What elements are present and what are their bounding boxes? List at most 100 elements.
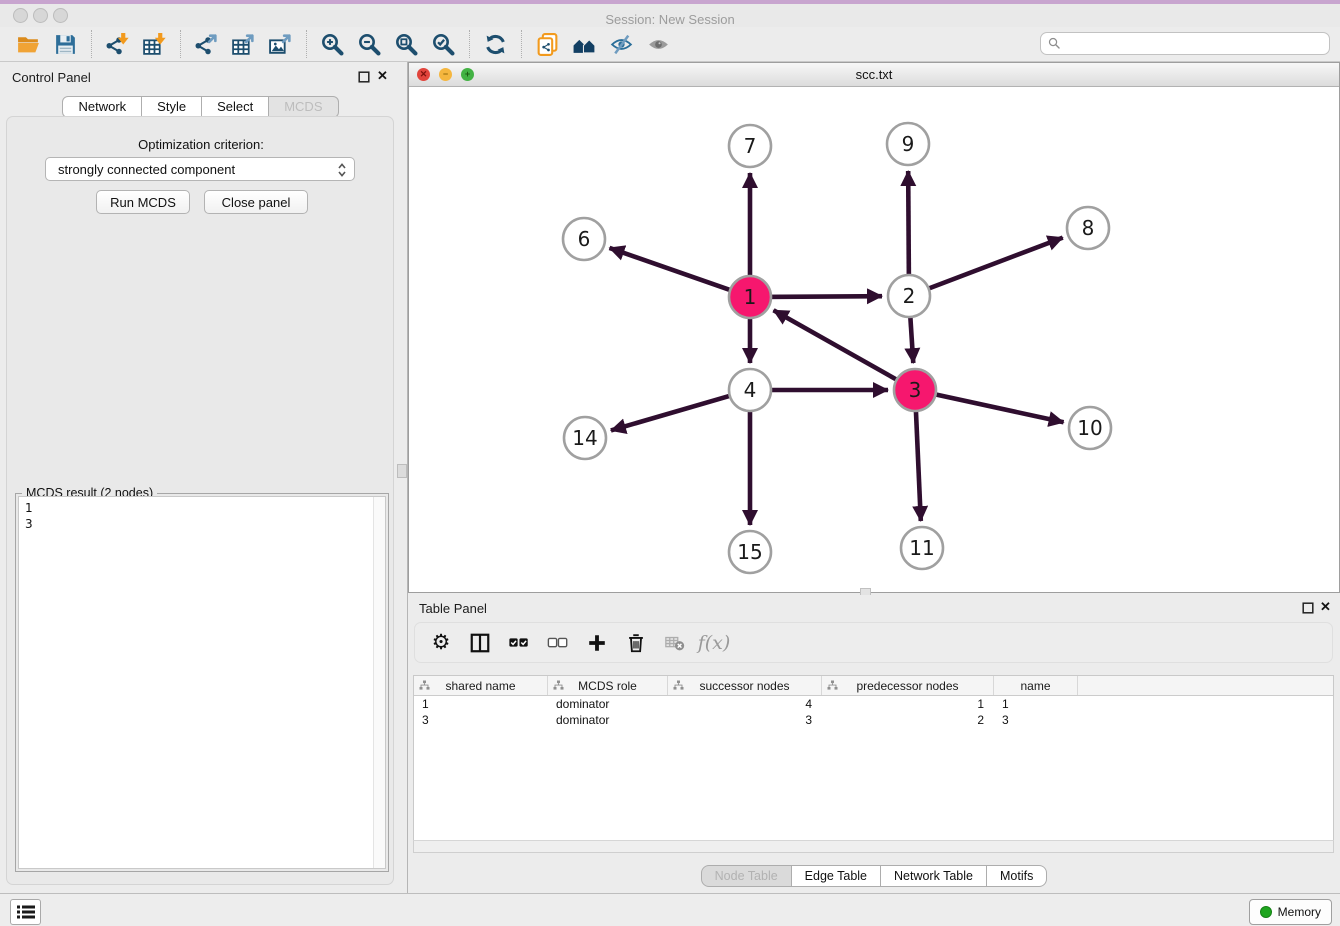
close-table-panel-icon[interactable]: ✕ [1320, 601, 1331, 613]
column-header-shared-name[interactable]: shared name [414, 676, 548, 695]
refresh-icon[interactable] [482, 31, 509, 58]
deselect-all-icon[interactable] [546, 631, 570, 655]
zoom-in-icon[interactable] [319, 31, 346, 58]
cell[interactable]: 2 [822, 712, 994, 728]
memory-status-icon [1260, 906, 1272, 918]
toolbar-separator [180, 30, 181, 58]
graph-node-9[interactable]: 9 [887, 123, 929, 165]
search-input[interactable] [1040, 32, 1330, 55]
edge-3-11[interactable] [915, 398, 920, 521]
network-frame-titlebar[interactable]: ✕ − + scc.txt [409, 63, 1339, 87]
column-header-predecessor-nodes[interactable]: predecessor nodes [822, 676, 994, 695]
delete-table-icon [663, 631, 687, 655]
graph-node-3[interactable]: 3 [894, 369, 936, 411]
edge-3-1[interactable] [774, 310, 908, 386]
export-table-icon[interactable] [230, 31, 257, 58]
graph-node-7[interactable]: 7 [729, 125, 771, 167]
graph-node-1[interactable]: 1 [729, 276, 771, 318]
add-row-icon[interactable] [585, 631, 609, 655]
hide-eye-icon[interactable] [608, 31, 635, 58]
edge-1-2[interactable] [758, 296, 882, 297]
cell[interactable]: 1 [994, 696, 1078, 712]
mcds-result-text[interactable]: 1 3 [18, 496, 386, 869]
result-scrollbar[interactable] [373, 497, 385, 868]
clone-network-icon[interactable] [534, 31, 561, 58]
node-label: 7 [744, 134, 757, 158]
tab-select[interactable]: Select [202, 96, 269, 118]
column-header-name[interactable]: name [994, 676, 1078, 695]
edge-2-8[interactable] [917, 238, 1063, 293]
edge-3-10[interactable] [923, 392, 1063, 422]
titlebar: Session: New Session [0, 4, 1340, 28]
tab-mcds[interactable]: MCDS [269, 96, 338, 118]
cell[interactable]: dominator [548, 712, 668, 728]
zoom-selected-icon[interactable] [430, 31, 457, 58]
task-history-button[interactable] [10, 899, 41, 925]
node-label: 14 [572, 426, 597, 450]
tab-network[interactable]: Network [62, 96, 142, 118]
float-table-panel-icon[interactable] [1302, 602, 1314, 614]
task-list-icon [16, 904, 36, 920]
node-label: 2 [903, 284, 916, 308]
tab-motifs[interactable]: Motifs [987, 865, 1047, 887]
cell[interactable]: 4 [668, 696, 822, 712]
edge-2-9[interactable] [908, 171, 909, 288]
graph-node-4[interactable]: 4 [729, 369, 771, 411]
network-canvas[interactable]: 7 9 6 8 1 2 4 3 14 10 15 11 [409, 87, 1339, 592]
vertical-splitter-grip[interactable] [397, 464, 407, 478]
table-panel-tabs: Node TableEdge TableNetwork TableMotifs [408, 865, 1340, 887]
tab-edge-table[interactable]: Edge Table [792, 865, 881, 887]
tab-network-table[interactable]: Network Table [881, 865, 987, 887]
tab-node-table[interactable]: Node Table [701, 865, 792, 887]
cell[interactable]: 3 [668, 712, 822, 728]
import-table-icon[interactable] [141, 31, 168, 58]
graph-node-11[interactable]: 11 [901, 527, 943, 569]
toolbar-separator [521, 30, 522, 58]
toolbar-separator [91, 30, 92, 58]
table-panel-title: Table Panel [419, 601, 487, 616]
select-all-icon[interactable] [507, 631, 531, 655]
graph-node-8[interactable]: 8 [1067, 207, 1109, 249]
edge-4-14[interactable] [611, 392, 742, 430]
graph-node-14[interactable]: 14 [564, 417, 606, 459]
save-session-icon[interactable] [52, 31, 79, 58]
delete-row-icon[interactable] [624, 631, 648, 655]
home-layout-icon[interactable] [571, 31, 598, 58]
open-session-icon[interactable] [15, 31, 42, 58]
close-panel-button[interactable]: Close panel [204, 190, 308, 214]
table-row[interactable]: 1dominator411 [414, 696, 1333, 712]
graph-node-6[interactable]: 6 [563, 218, 605, 260]
table-row[interactable]: 3dominator323 [414, 712, 1333, 728]
table-horizontal-scrollbar[interactable] [413, 840, 1334, 853]
tab-style[interactable]: Style [142, 96, 202, 118]
graph-node-15[interactable]: 15 [729, 531, 771, 573]
node-label: 10 [1077, 416, 1102, 440]
cell[interactable]: 1 [822, 696, 994, 712]
toolbar-separator [306, 30, 307, 58]
edge-1-6[interactable] [609, 248, 742, 294]
zoom-out-icon[interactable] [356, 31, 383, 58]
search-icon [1048, 37, 1061, 50]
export-image-icon[interactable] [267, 31, 294, 58]
cell[interactable]: 1 [414, 696, 548, 712]
float-panel-icon[interactable] [358, 71, 370, 83]
run-mcds-button[interactable]: Run MCDS [96, 190, 190, 214]
graph-node-10[interactable]: 10 [1069, 407, 1111, 449]
close-panel-icon[interactable]: ✕ [377, 70, 388, 82]
settings-icon[interactable]: ⚙ [429, 631, 453, 655]
graph-node-2[interactable]: 2 [888, 275, 930, 317]
column-header-MCDS-role[interactable]: MCDS role [548, 676, 668, 695]
cell[interactable]: dominator [548, 696, 668, 712]
import-network-icon[interactable] [104, 31, 131, 58]
function-builder-icon: f(x) [702, 631, 726, 655]
cell[interactable]: 3 [414, 712, 548, 728]
zoom-fit-icon[interactable] [393, 31, 420, 58]
criterion-select[interactable]: strongly connected component [45, 157, 355, 181]
column-header-successor-nodes[interactable]: successor nodes [668, 676, 822, 695]
cell[interactable]: 3 [994, 712, 1078, 728]
node-label: 4 [744, 378, 757, 402]
export-network-icon[interactable] [193, 31, 220, 58]
columns-icon[interactable] [468, 631, 492, 655]
memory-button[interactable]: Memory [1249, 899, 1332, 925]
show-eye-icon [645, 31, 672, 58]
